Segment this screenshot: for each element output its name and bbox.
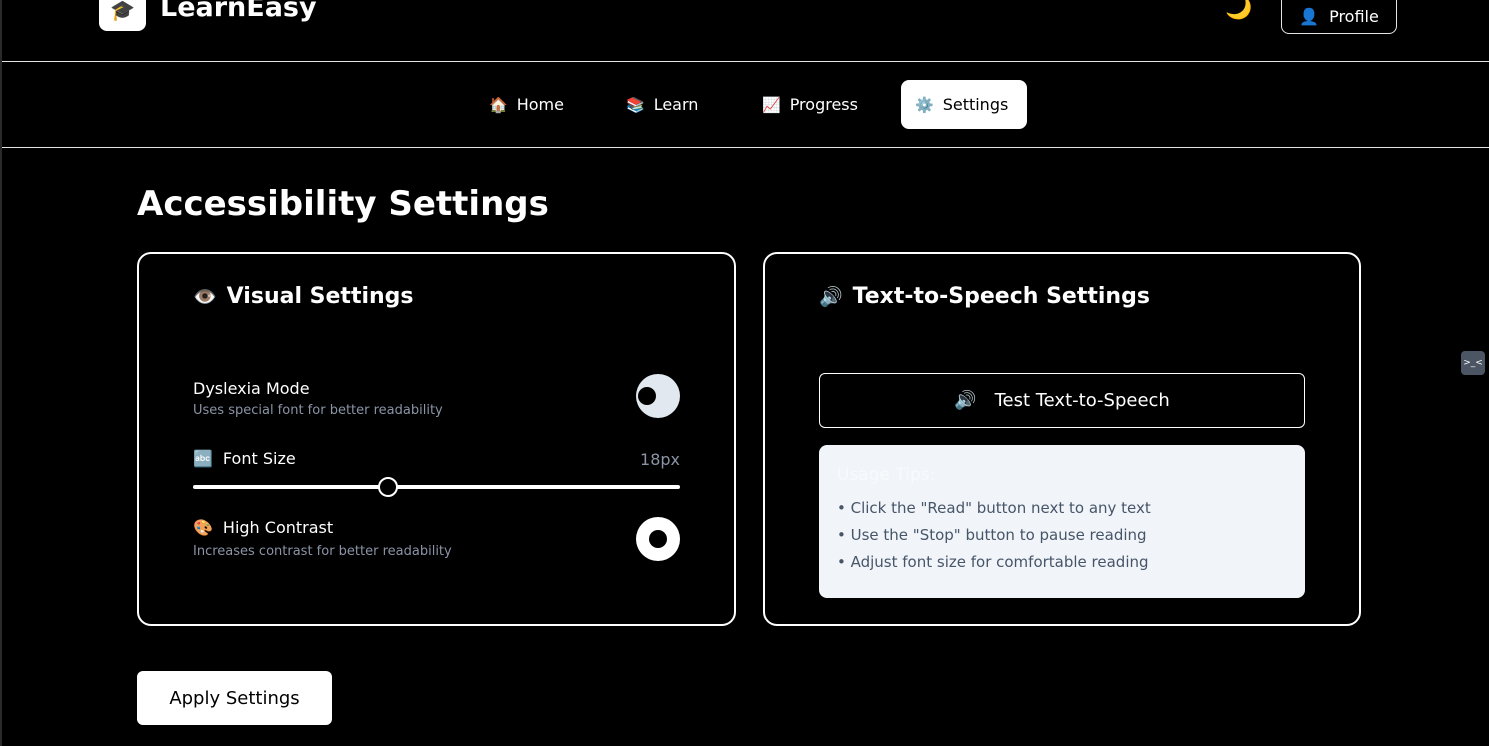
nav-item-label: Progress xyxy=(789,95,858,114)
visual-settings-title: 👁️ Visual Settings xyxy=(193,284,414,309)
usage-tips-box: Usage Tips: • Click the "Read" button ne… xyxy=(819,445,1305,598)
test-tts-button[interactable]: 🔊 Test Text-to-Speech xyxy=(819,373,1305,428)
dyslexia-mode-toggle[interactable] xyxy=(636,374,680,418)
tts-settings-card: 🔊 Text-to-Speech Settings 🔊 Test Text-to… xyxy=(763,252,1361,626)
nav-item-settings[interactable]: ⚙️ Settings xyxy=(901,80,1027,129)
test-tts-label: Test Text-to-Speech xyxy=(994,390,1170,411)
font-size-slider[interactable] xyxy=(193,477,680,497)
high-contrast-label: 🎨 High Contrast xyxy=(193,518,333,537)
nav-item-label: Home xyxy=(516,95,564,114)
font-size-slider-thumb[interactable] xyxy=(377,477,398,497)
high-contrast-description: Increases contrast for better readabilit… xyxy=(193,544,452,559)
house-icon: 🏠 xyxy=(489,95,508,114)
nav-item-progress[interactable]: 📈 Progress xyxy=(748,80,872,129)
moon-icon[interactable]: 🌙 xyxy=(1225,0,1252,21)
font-size-text: Font Size xyxy=(222,449,296,468)
tip-item: • Click the "Read" button next to any te… xyxy=(837,499,1151,517)
app-page: 🎓 LearnEasy 🌙 👤 Profile 🏠 Home 📚 Learn 📈… xyxy=(0,0,1489,746)
tip-item: • Adjust font size for comfortable readi… xyxy=(837,553,1149,571)
speaker-icon: 🔊 xyxy=(954,390,977,411)
font-size-value: 18px xyxy=(640,450,680,469)
high-contrast-toggle[interactable] xyxy=(636,517,680,561)
books-icon: 📚 xyxy=(626,95,645,114)
nav-item-home[interactable]: 🏠 Home xyxy=(475,80,578,129)
usage-tips-title: Usage Tips: xyxy=(837,465,936,485)
logo-icon[interactable]: 🎓 xyxy=(99,0,146,31)
dyslexia-mode-description: Uses special font for better readability xyxy=(193,403,443,418)
apply-settings-button[interactable]: Apply Settings xyxy=(137,671,332,725)
profile-label: Profile xyxy=(1329,6,1379,26)
eye-icon: 👁️ xyxy=(193,286,217,308)
visual-settings-heading: Visual Settings xyxy=(226,284,414,309)
nav-item-label: Settings xyxy=(942,95,1009,114)
visual-settings-card: 👁️ Visual Settings Dyslexia Mode Uses sp… xyxy=(137,252,736,626)
brand-name[interactable]: LearnEasy xyxy=(160,0,317,23)
gear-icon: ⚙️ xyxy=(915,95,934,114)
high-contrast-text: High Contrast xyxy=(222,518,334,537)
tts-settings-title: 🔊 Text-to-Speech Settings xyxy=(819,284,1150,309)
abc-icon: 🔤 xyxy=(193,449,213,468)
nav-item-label: Learn xyxy=(653,95,699,114)
nav-item-learn[interactable]: 📚 Learn xyxy=(612,80,712,129)
top-header: 🎓 LearnEasy 🌙 👤 Profile xyxy=(2,0,1489,62)
tts-settings-heading: Text-to-Speech Settings xyxy=(852,284,1150,309)
font-size-label: 🔤 Font Size xyxy=(193,449,296,468)
profile-button[interactable]: 👤 Profile xyxy=(1281,0,1397,34)
main-nav: 🏠 Home 📚 Learn 📈 Progress ⚙️ Settings xyxy=(2,62,1489,148)
speaker-icon: 🔊 xyxy=(819,286,843,308)
terminal-icon[interactable]: >_< xyxy=(1461,351,1485,375)
user-icon: 👤 xyxy=(1299,6,1320,26)
tip-item: • Use the "Stop" button to pause reading xyxy=(837,526,1147,544)
dyslexia-mode-label: Dyslexia Mode xyxy=(193,379,310,398)
chart-icon: 📈 xyxy=(762,95,781,114)
palette-icon: 🎨 xyxy=(193,518,213,537)
dyslexia-mode-text: Dyslexia Mode xyxy=(193,379,310,398)
page-title: Accessibility Settings xyxy=(137,184,549,224)
